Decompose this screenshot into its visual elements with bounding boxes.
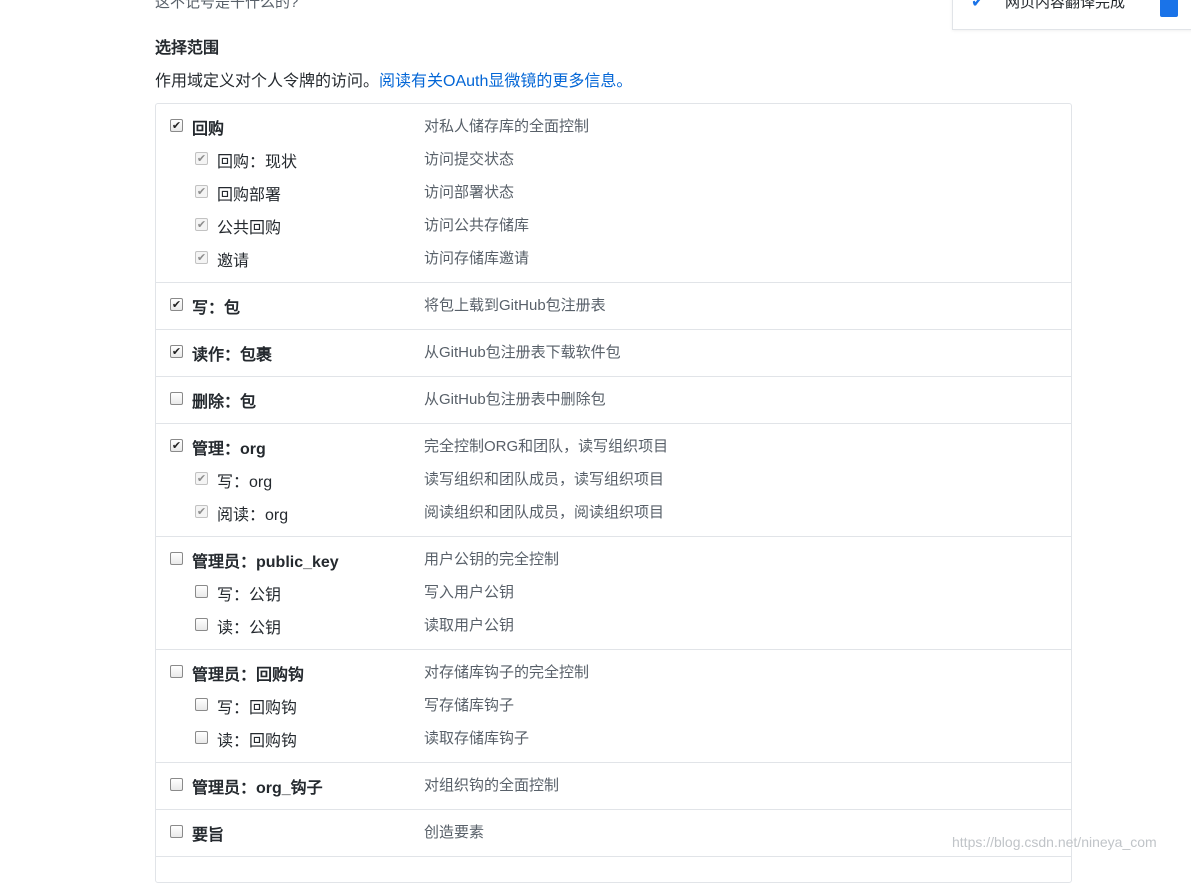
scope-label: 管理员：public_key — [192, 554, 339, 571]
scope-label: 读：公钥 — [217, 620, 282, 637]
scope-label: 要旨 — [192, 827, 225, 844]
scope-child-row: ✔ 回购部署 访问部署状态 — [156, 179, 1071, 212]
scope-label: 删除：包 — [192, 394, 257, 411]
scope-child-checkbox[interactable]: ✔ — [195, 505, 208, 518]
scope-checkbox[interactable]: ✔ — [170, 439, 183, 452]
scope-parent-row: 删除：包 从GitHub包注册表中删除包 — [156, 386, 1071, 419]
scope-label: 管理员：回购钩 — [192, 667, 305, 684]
scope-description: 对存储库钩子的完全控制 — [424, 664, 590, 681]
scope-label: 邀请 — [217, 253, 250, 270]
scope-description: 完全控制ORG和团队，读写组织项目 — [424, 438, 669, 455]
scope-description: 写存储库钩子 — [424, 697, 515, 714]
scope-description: 创造要素 — [424, 824, 485, 841]
scope-label: 读：回购钩 — [217, 733, 298, 750]
scope-label: 管理员：org_钩子 — [192, 780, 323, 797]
scope-parent-row: 管理员：org_钩子 对组织钩的全面控制 — [156, 772, 1071, 805]
scope-checkbox[interactable]: ✔ — [170, 345, 183, 358]
scope-label: 公共回购 — [217, 220, 282, 237]
scope-label: 写：公钥 — [217, 587, 282, 604]
section-description-text: 作用域定义对个人令牌的访问。 — [155, 73, 380, 90]
scope-description: 访问提交状态 — [424, 151, 515, 168]
scope-label: 写：回购钩 — [217, 700, 298, 717]
popup-action-button[interactable] — [1160, 0, 1178, 17]
scope-description: 从GitHub包注册表下载软件包 — [424, 344, 621, 361]
scope-child-checkbox[interactable]: ✔ — [195, 251, 208, 264]
scope-checkbox[interactable] — [170, 665, 183, 678]
scope-group: 管理员：org_钩子 对组织钩的全面控制 — [156, 763, 1071, 810]
scope-description: 将包上载到GitHub包注册表 — [424, 297, 606, 314]
scope-group: 管理员：public_key 用户公钥的完全控制写：公钥 写入用户公钥读：公钥 读取用… — [156, 537, 1071, 650]
scope-description: 用户公钥的完全控制 — [424, 551, 560, 568]
scope-parent-row: ✔ 写：包 将包上载到GitHub包注册表 — [156, 292, 1071, 325]
scope-checkbox[interactable]: ✔ — [170, 298, 183, 311]
scope-label: 写：包 — [192, 300, 241, 317]
scope-checkbox[interactable] — [170, 552, 183, 565]
scope-child-row: ✔ 写：org 读写组织和团队成员，读写组织项目 — [156, 466, 1071, 499]
scope-child-row: ✔ 公共回购 访问公共存储库 — [156, 212, 1071, 245]
scope-child-row: 写：公钥 写入用户公钥 — [156, 579, 1071, 612]
scope-child-checkbox[interactable] — [195, 698, 208, 711]
scope-description: 访问存储库邀请 — [424, 250, 530, 267]
scope-group: 管理员：回购钩 对存储库钩子的完全控制写：回购钩 写存储库钩子读：回购钩 读取存储库钩… — [156, 650, 1071, 763]
scope-group: ✔ 读作：包裹 从GitHub包注册表下载软件包 — [156, 330, 1071, 377]
scope-checkbox[interactable]: ✔ — [170, 119, 183, 132]
scope-parent-row: 管理员：回购钩 对存储库钩子的完全控制 — [156, 659, 1071, 692]
scope-child-checkbox[interactable]: ✔ — [195, 218, 208, 231]
scope-parent-row: ✔ 回购 对私人储存库的全面控制 — [156, 113, 1071, 146]
scope-label: 阅读：org — [217, 507, 289, 524]
scope-child-row: ✔ 回购：现状 访问提交状态 — [156, 146, 1071, 179]
scope-label: 读作：包裹 — [192, 347, 273, 364]
translation-popup: ✔ 网页内容翻译完成 — [952, 0, 1191, 30]
checkmark-icon: ✔ — [971, 0, 985, 11]
scope-group: 删除：包 从GitHub包注册表中删除包 — [156, 377, 1071, 424]
scope-parent-row: 管理员：public_key 用户公钥的完全控制 — [156, 546, 1071, 579]
scope-child-checkbox[interactable] — [195, 731, 208, 744]
scope-group: ✔ 回购 对私人储存库的全面控制 ✔ 回购：现状 访问提交状态 ✔ 回购部署 访问部署状态 ✔ 公共… — [156, 104, 1071, 283]
scope-description: 读写组织和团队成员，读写组织项目 — [424, 471, 665, 488]
oauth-scopes-link[interactable]: 阅读有关OAuth显微镜的更多信息。 — [379, 73, 632, 90]
scope-parent-row: ✔ 读作：包裹 从GitHub包注册表下载软件包 — [156, 339, 1071, 372]
scope-list: ✔ 回购 对私人储存库的全面控制 ✔ 回购：现状 访问提交状态 ✔ 回购部署 访问部署状态 ✔ 公共… — [155, 103, 1072, 883]
scope-child-row: 读：回购钩 读取存储库钩子 — [156, 725, 1071, 758]
scope-child-row: 写：回购钩 写存储库钩子 — [156, 692, 1071, 725]
scope-description: 写入用户公钥 — [424, 584, 515, 601]
scope-parent-row: ✔ 管理：org 完全控制ORG和团队，读写组织项目 — [156, 433, 1071, 466]
scope-label: 回购 — [192, 121, 225, 138]
section-description: 作用域定义对个人令牌的访问。阅读有关OAuth显微镜的更多信息。 — [155, 67, 632, 91]
scope-description: 阅读组织和团队成员，阅读组织项目 — [424, 504, 665, 521]
top-cut-text: 这不记号是干什么的? — [155, 0, 299, 11]
scope-group: ✔ 管理：org 完全控制ORG和团队，读写组织项目 ✔ 写：org 读写组织和团队成员，… — [156, 424, 1071, 537]
scope-description: 从GitHub包注册表中删除包 — [424, 391, 606, 408]
watermark: https://blog.csdn.net/nineya_com — [952, 834, 1157, 850]
scope-child-checkbox[interactable]: ✔ — [195, 472, 208, 485]
scope-parent-row: 要旨 创造要素 — [156, 819, 1071, 852]
scope-checkbox[interactable] — [170, 825, 183, 838]
scope-child-row: ✔ 阅读：org 阅读组织和团队成员，阅读组织项目 — [156, 499, 1071, 532]
popup-text: 网页内容翻译完成 — [1005, 0, 1126, 11]
scope-description: 读取存储库钩子 — [424, 730, 530, 747]
scope-description: 访问部署状态 — [424, 184, 515, 201]
scope-label: 管理：org — [192, 441, 266, 458]
scope-checkbox[interactable] — [170, 778, 183, 791]
scope-child-checkbox[interactable] — [195, 585, 208, 598]
scope-label: 写：org — [217, 474, 273, 491]
scope-checkbox[interactable] — [170, 392, 183, 405]
scope-group: ✔ 写：包 将包上载到GitHub包注册表 — [156, 283, 1071, 330]
section-title: 选择范围 — [155, 40, 220, 57]
scope-description: 读取用户公钥 — [424, 617, 515, 634]
scope-child-row: 读：公钥 读取用户公钥 — [156, 612, 1071, 645]
scope-child-checkbox[interactable]: ✔ — [195, 185, 208, 198]
scope-label: 回购部署 — [217, 187, 282, 204]
scope-description: 访问公共存储库 — [424, 217, 530, 234]
scope-child-checkbox[interactable] — [195, 618, 208, 631]
scope-child-checkbox[interactable]: ✔ — [195, 152, 208, 165]
scope-group: 要旨 创造要素 — [156, 810, 1071, 857]
scope-label: 回购：现状 — [217, 154, 298, 171]
scope-child-row: ✔ 邀请 访问存储库邀请 — [156, 245, 1071, 278]
scope-description: 对组织钩的全面控制 — [424, 777, 560, 794]
scope-description: 对私人储存库的全面控制 — [424, 118, 590, 135]
